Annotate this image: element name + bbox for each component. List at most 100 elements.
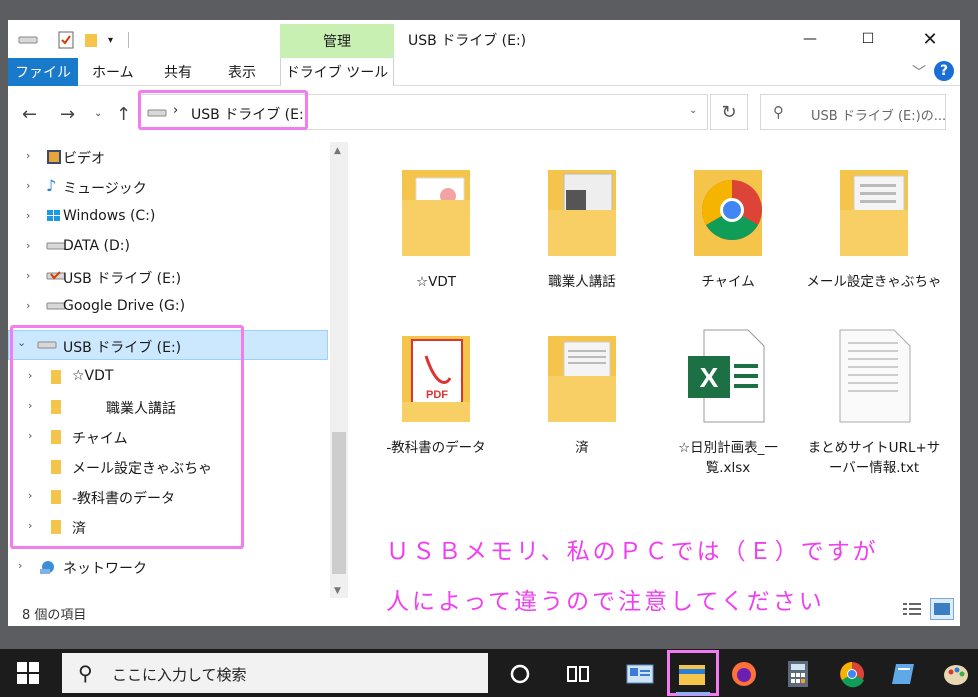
tree-item-label: DATA (D:) xyxy=(63,238,130,254)
tree-item-label: ビデオ xyxy=(63,151,105,167)
file-item[interactable]: X ☆日別計画表_一覧.xlsx xyxy=(658,326,798,486)
tree-item-windows-c[interactable]: › Windows (C:) xyxy=(8,202,328,232)
file-name: ☆VDT xyxy=(416,274,456,290)
expand-chevron-icon[interactable]: › xyxy=(26,299,30,312)
expand-chevron-icon[interactable]: › xyxy=(26,209,30,222)
active-app-indicator xyxy=(676,692,710,695)
scrollbar-thumb[interactable] xyxy=(332,432,346,574)
file-name: ☆日別計画表_一覧.xlsx xyxy=(678,440,778,476)
help-icon[interactable]: ? xyxy=(934,61,954,81)
folder-icon xyxy=(840,170,908,256)
file-name: メール設定きゃぶちゃ xyxy=(806,274,942,290)
highlight-annotation-box xyxy=(667,650,719,696)
annotation-text-line2: 人によって違うので注意してください xyxy=(386,589,825,615)
file-name: チャイム xyxy=(701,274,755,290)
windows-start-icon[interactable] xyxy=(16,661,40,685)
paint-icon[interactable] xyxy=(939,657,973,691)
expand-chevron-icon[interactable]: › xyxy=(26,269,30,282)
title-bar: ▾ 管理 USB ドライブ (E:) — ☐ ✕ xyxy=(8,20,960,58)
tab-share[interactable]: 共有 xyxy=(164,58,192,86)
control-panel-icon[interactable] xyxy=(623,657,657,691)
manage-tab[interactable]: 管理 xyxy=(280,24,394,58)
cortana-icon[interactable] xyxy=(503,657,537,691)
tree-item-label: ネットワーク xyxy=(63,561,147,577)
expand-chevron-icon[interactable]: › xyxy=(26,179,30,192)
task-view-icon[interactable] xyxy=(561,657,595,691)
file-item[interactable]: ☆VDT xyxy=(366,160,506,300)
annotation-text-line1: ＵＳＢメモリ、私のＰＣでは（Ｅ）ですが xyxy=(386,539,879,565)
expand-ribbon-icon[interactable]: ﹀ xyxy=(912,62,926,82)
pdf-folder-icon: PDF xyxy=(402,336,470,422)
file-name: 済 xyxy=(575,440,589,456)
quick-access-dropdown-icon[interactable]: ▾ xyxy=(108,30,113,50)
separator xyxy=(128,32,129,48)
file-name: まとめサイトURL+サーバー情報.txt xyxy=(807,440,941,476)
windows-drive-icon xyxy=(46,209,62,227)
search-placeholder: USB ドライブ (E:)の... xyxy=(811,109,947,124)
minimize-button[interactable]: — xyxy=(790,26,830,52)
ribbon-tabs: ファイル ホーム 共有 表示 ドライブ ツール ﹀ ? xyxy=(8,58,960,86)
chrome-icon[interactable] xyxy=(835,657,869,691)
search-icon: ⚲ xyxy=(773,103,784,121)
refresh-button[interactable]: ↻ xyxy=(710,94,748,130)
taskbar-search-input[interactable]: ⚲ ここに入力して検索 xyxy=(62,653,488,693)
tree-item-google-drive-g[interactable]: › Google Drive (G:) xyxy=(8,292,328,322)
close-button[interactable]: ✕ xyxy=(910,26,950,52)
properties-icon[interactable] xyxy=(58,30,74,50)
tree-item-music[interactable]: › ♪ ミュージック xyxy=(8,172,328,202)
address-dropdown-icon[interactable]: ⌄ xyxy=(689,105,697,116)
maximize-button[interactable]: ☐ xyxy=(848,26,888,52)
firefox-icon[interactable] xyxy=(727,657,761,691)
taskbar-search-placeholder: ここに入力して検索 xyxy=(112,666,247,684)
file-item[interactable]: メール設定きゃぶちゃ xyxy=(804,160,944,320)
folder-icon xyxy=(548,336,616,422)
folder-icon xyxy=(548,170,616,256)
tree-item-label: Google Drive (G:) xyxy=(63,298,186,314)
tab-file[interactable]: ファイル xyxy=(8,58,78,86)
tree-item-label: USB ドライブ (E:) xyxy=(63,271,182,287)
video-icon xyxy=(46,149,62,169)
window-title: USB ドライブ (E:) xyxy=(408,33,527,49)
tree-item-videos[interactable]: › ビデオ xyxy=(8,142,328,172)
expand-chevron-icon[interactable]: › xyxy=(26,149,30,162)
scroll-up-icon[interactable]: ▲ xyxy=(334,146,341,156)
svg-text:PDF: PDF xyxy=(426,389,448,401)
details-view-icon[interactable] xyxy=(902,600,922,618)
highlight-annotation-box xyxy=(138,90,308,130)
calculator-icon[interactable] xyxy=(781,657,815,691)
expand-chevron-icon[interactable]: › xyxy=(26,239,30,252)
file-name: -教科書のデータ xyxy=(386,440,486,456)
vertical-scrollbar[interactable]: ▲ ▼ xyxy=(330,142,348,598)
folder-icon xyxy=(694,170,762,256)
recent-locations-dropdown-icon[interactable]: ⌄ xyxy=(94,108,102,119)
file-item[interactable]: 済 xyxy=(512,326,652,466)
status-item-count: 8 個の項目 xyxy=(22,608,87,623)
tab-drive-tools[interactable]: ドライブ ツール xyxy=(280,58,394,86)
network-icon xyxy=(38,559,58,579)
expand-chevron-icon[interactable]: › xyxy=(18,559,22,572)
excel-file-icon: X xyxy=(688,329,765,423)
tab-view[interactable]: 表示 xyxy=(228,58,256,86)
tree-item-usb-e[interactable]: › USB ドライブ (E:) xyxy=(8,262,328,292)
tree-item-label: Windows (C:) xyxy=(63,208,156,224)
tree-item-label: ミュージック xyxy=(63,181,147,197)
back-arrow-icon[interactable]: ← xyxy=(22,104,37,125)
file-name: 職業人講話 xyxy=(548,274,616,290)
search-input[interactable]: ⚲ USB ドライブ (E:)の... xyxy=(760,94,946,130)
up-arrow-icon[interactable]: ↑ xyxy=(116,104,131,125)
file-item[interactable]: 職業人講話 xyxy=(512,160,652,300)
notepad-icon[interactable] xyxy=(887,657,921,691)
scroll-down-icon[interactable]: ▼ xyxy=(334,586,341,596)
taskbar: ⚲ ここに入力して検索 xyxy=(0,649,978,697)
large-icons-view-icon[interactable] xyxy=(930,598,954,620)
tree-item-data-d[interactable]: › DATA (D:) xyxy=(8,232,328,262)
tab-home[interactable]: ホーム xyxy=(92,58,134,86)
tree-item-network[interactable]: › ネットワーク xyxy=(8,552,328,582)
file-item[interactable]: まとめサイトURL+サーバー情報.txt xyxy=(804,326,944,486)
svg-text:X: X xyxy=(700,362,719,393)
new-folder-icon[interactable] xyxy=(84,30,98,50)
file-item[interactable]: チャイム xyxy=(658,160,798,300)
forward-arrow-icon[interactable]: → xyxy=(60,104,75,125)
highlight-annotation-box xyxy=(10,325,244,549)
file-item[interactable]: PDF -教科書のデータ xyxy=(366,326,506,466)
